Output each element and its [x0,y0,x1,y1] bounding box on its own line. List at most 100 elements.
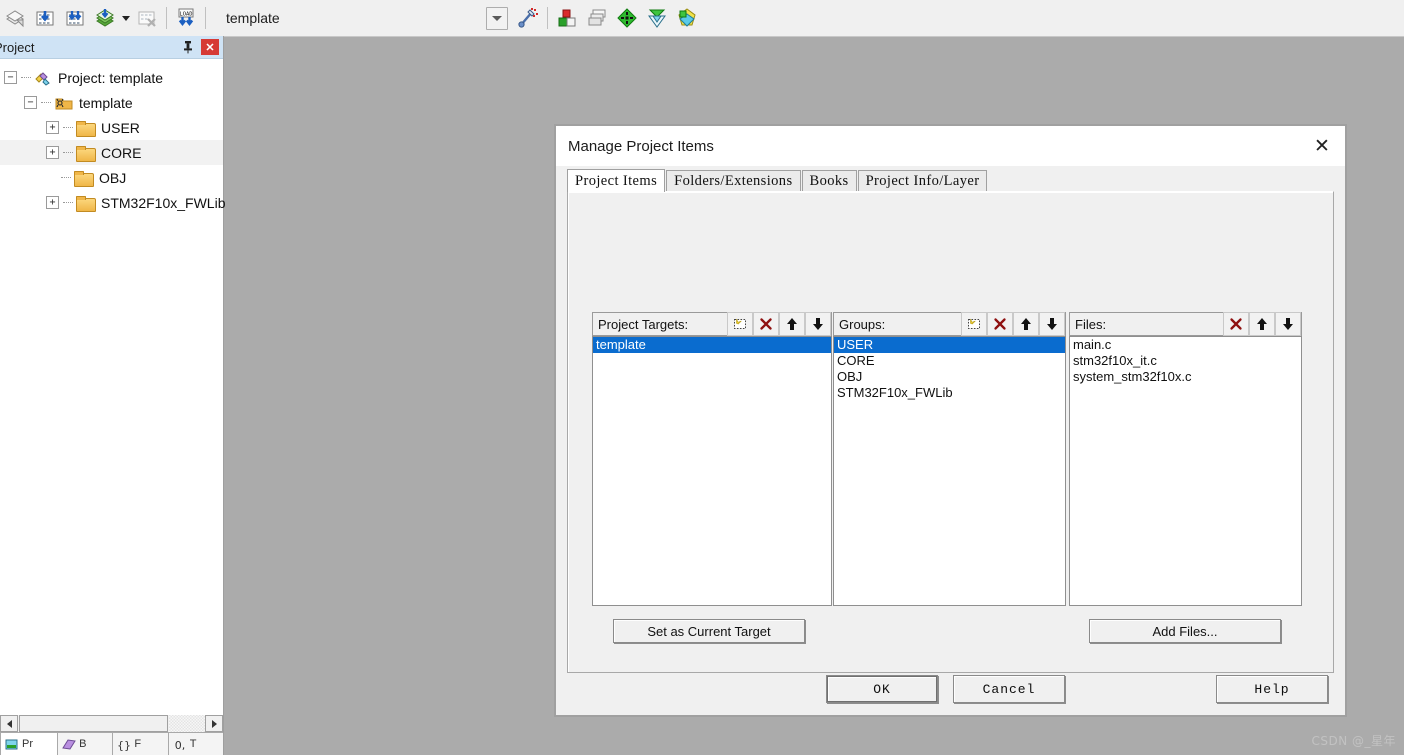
add-files-button[interactable]: Add Files... [1089,619,1281,643]
move-group-up-button[interactable] [1013,312,1039,336]
move-up-icon [787,318,797,330]
tree-item-fwlib[interactable]: + STM32F10x_FWLib [0,190,225,215]
pin-icon[interactable] [179,38,197,56]
tree-item-label: USER [101,119,140,136]
build-button[interactable] [31,4,59,32]
list-item[interactable]: main.c [1070,337,1301,353]
translate-button[interactable] [1,4,29,32]
expander-plus-icon[interactable]: + [46,121,59,134]
tree-item-project[interactable]: − Project: template [0,65,223,90]
svg-text:0,: 0, [174,739,185,751]
tab-label: T [189,738,197,750]
folder-icon [74,170,94,187]
tree-item-obj[interactable]: OBJ [0,165,223,190]
groups-header: Groups: [833,312,1066,336]
move-target-down-button[interactable] [805,312,831,336]
delete-group-button[interactable] [987,312,1013,336]
move-down-icon [813,318,823,330]
tab-templates[interactable]: 0, T [167,732,223,755]
new-target-button[interactable] [727,312,753,336]
list-item[interactable]: CORE [834,353,1065,369]
manage-components-icon [588,9,606,26]
move-file-down-button[interactable] [1275,312,1301,336]
groups-list[interactable]: USER CORE OBJ STM32F10x_FWLib [833,336,1066,606]
project-targets-header: Project Targets: [592,312,832,336]
batch-build-dropdown[interactable] [120,5,132,31]
tree-item-user[interactable]: + USER [0,115,223,140]
expander-plus-icon[interactable]: + [46,196,59,209]
dialog-tab-panel: Project Targets: template Set as Current… [567,191,1334,673]
delete-icon [760,318,772,330]
move-target-up-button[interactable] [779,312,805,336]
download-button[interactable]: LOAD [172,4,200,32]
select-software-packs-button[interactable] [643,4,671,32]
new-item-icon [734,318,746,329]
move-up-icon [1021,318,1031,330]
toolbar-separator-2 [205,7,206,29]
close-icon[interactable]: ✕ [1299,126,1345,166]
translate-icon [6,10,24,28]
scrollbar-track[interactable] [169,715,205,732]
svg-text:{}: {} [117,739,131,751]
software-packs-icon [648,9,666,28]
dialog-tabs: Project Items Folders/Extensions Books P… [567,169,1334,192]
tree-item-label: OBJ [99,169,127,186]
configuration-wizard-button[interactable] [514,4,542,32]
list-item[interactable]: template [593,337,831,353]
target-options-icon [558,9,576,27]
new-item-icon [968,318,980,329]
project-pane-hscrollbar[interactable] [0,715,223,732]
tab-project-info-layer[interactable]: Project Info/Layer [857,170,988,192]
tree-item-target[interactable]: − template [0,90,223,115]
list-item[interactable]: USER [834,337,1065,353]
move-down-icon [1047,318,1057,330]
list-item[interactable]: STM32F10x_FWLib [834,385,1065,401]
close-icon[interactable]: ✕ [201,39,219,55]
list-item[interactable]: system_stm32f10x.c [1070,369,1301,385]
move-group-down-button[interactable] [1039,312,1065,336]
project-targets-list[interactable]: template [592,336,832,606]
delete-file-button[interactable] [1223,312,1249,336]
expander-minus-icon[interactable]: − [4,71,17,84]
tab-books[interactable]: B [57,732,114,755]
expander-minus-icon[interactable]: − [24,96,37,109]
tab-folders-extensions[interactable]: Folders/Extensions [666,170,801,192]
tree-connector [21,76,31,79]
files-list[interactable]: main.c stm32f10x_it.c system_stm32f10x.c [1069,336,1302,606]
stop-build-icon [138,11,156,27]
target-options-button[interactable] [553,4,581,32]
pack-installer-button[interactable] [673,4,701,32]
list-item[interactable]: OBJ [834,369,1065,385]
batch-build-button[interactable] [91,4,119,32]
stop-build-button[interactable] [133,4,161,32]
target-combo-arrow[interactable] [486,6,508,30]
list-item[interactable]: stm32f10x_it.c [1070,353,1301,369]
rebuild-button[interactable] [61,4,89,32]
toolbar-separator-3 [547,7,548,29]
arrow-right-icon [211,719,217,728]
manage-run-time-button[interactable] [613,4,641,32]
target-selector[interactable]: template [210,7,400,29]
project-targets-label: Project Targets: [598,316,689,332]
delete-target-button[interactable] [753,312,779,336]
tab-functions[interactable]: {} F [112,732,169,755]
scroll-right-button[interactable] [205,715,223,732]
tab-project-items[interactable]: Project Items [567,169,666,192]
scroll-left-button[interactable] [0,715,18,732]
tab-project[interactable]: Pr [0,732,59,755]
manage-project-items-dialog: Manage Project Items ✕ Project Items Fol… [555,125,1346,716]
expander-plus-icon[interactable]: + [46,146,59,159]
move-file-up-button[interactable] [1249,312,1275,336]
new-group-button[interactable] [961,312,987,336]
cancel-button[interactable]: Cancel [953,675,1065,703]
tree-item-core[interactable]: + CORE [0,140,223,165]
scrollbar-thumb[interactable] [19,715,168,732]
target-combo-value[interactable]: template [224,7,400,29]
set-as-current-target-button[interactable]: Set as Current Target [613,619,805,643]
manage-components-button[interactable] [583,4,611,32]
build-icon [36,11,54,26]
help-button[interactable]: Help [1216,675,1328,703]
ok-button[interactable]: OK [826,675,938,703]
tab-books[interactable]: Books [801,170,857,192]
